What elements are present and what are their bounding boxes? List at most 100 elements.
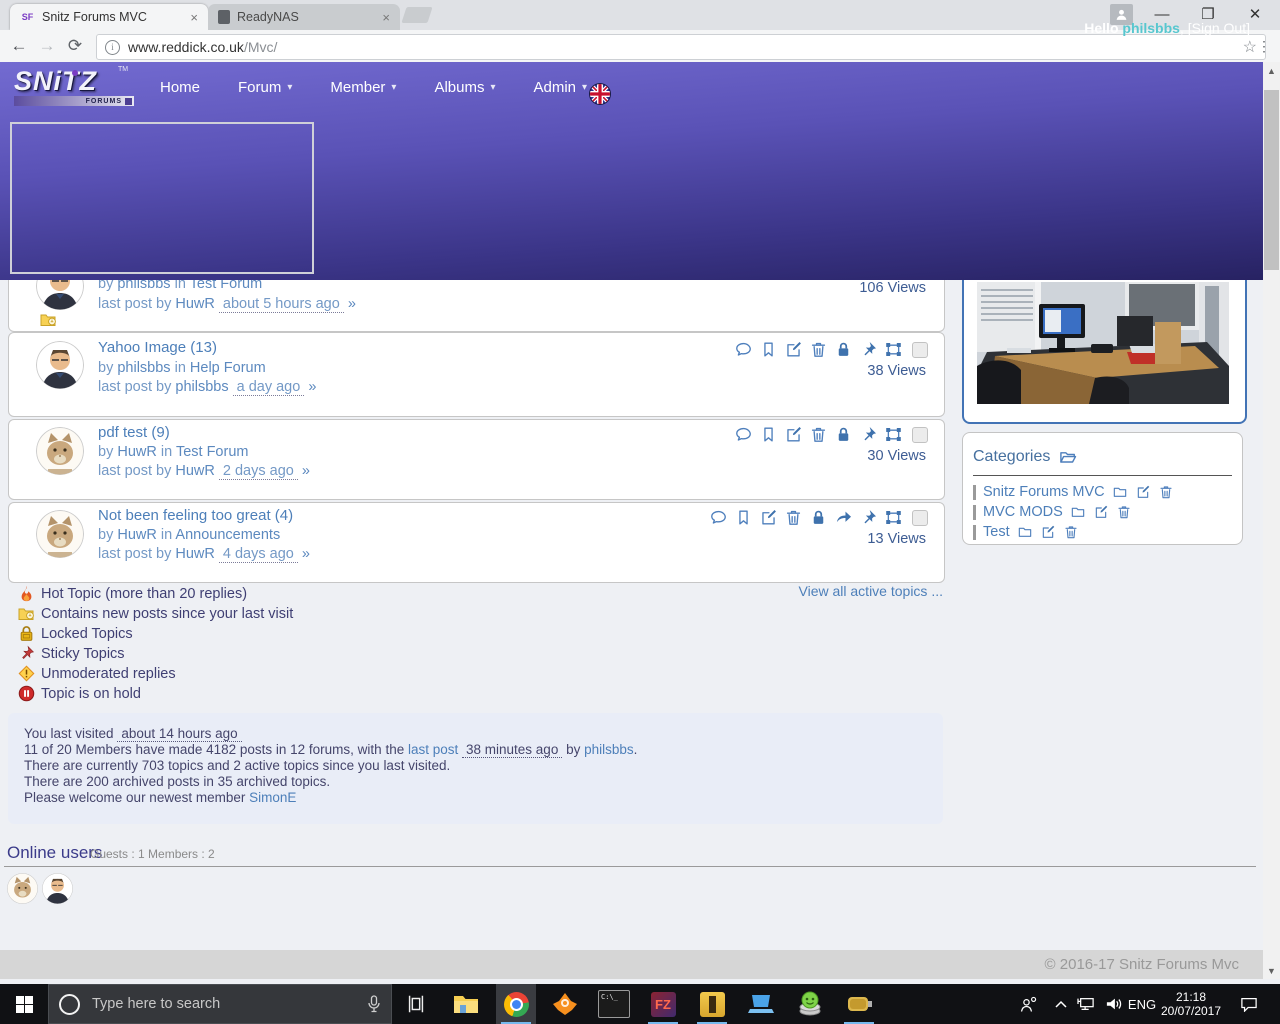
edit-icon[interactable] (1093, 504, 1109, 520)
signout-link[interactable]: , [Sign Out] (1180, 20, 1250, 36)
reply-icon[interactable] (734, 340, 753, 359)
tray-people-icon[interactable] (1012, 984, 1046, 1024)
delete-icon[interactable] (809, 340, 828, 359)
forum-link[interactable]: Test Forum (176, 444, 249, 460)
bookmark-star-icon[interactable]: ☆ (1243, 37, 1257, 57)
gold-app-icon[interactable] (692, 984, 732, 1024)
pin-icon[interactable] (859, 340, 878, 359)
goto-last-icon[interactable]: » (302, 463, 310, 479)
folder-icon[interactable] (1112, 484, 1128, 500)
new-tab-button[interactable] (401, 7, 433, 23)
scroll-down-icon[interactable]: ▼ (1263, 962, 1280, 979)
author-link[interactable]: HuwR (175, 463, 214, 479)
task-view-button[interactable] (396, 984, 436, 1024)
taskbar-search[interactable]: Type here to search (48, 984, 392, 1024)
delete-icon[interactable] (784, 508, 803, 527)
pin-icon[interactable] (859, 425, 878, 444)
browser-menu-icon[interactable]: ⋮ (1256, 34, 1272, 58)
category-link[interactable]: Test (983, 524, 1010, 540)
unarchive-icon[interactable] (834, 508, 853, 527)
goto-last-icon[interactable]: » (348, 296, 356, 312)
edit-icon[interactable] (784, 340, 803, 359)
tab-close-icon[interactable]: × (382, 10, 390, 25)
goto-last-icon[interactable]: » (308, 379, 316, 395)
filezilla-icon[interactable]: FZ (643, 984, 683, 1024)
address-bar[interactable]: i www.reddick.co.uk/Mvc/ ☆ (96, 34, 1266, 60)
online-avatar-huwr[interactable] (7, 873, 38, 904)
member-link[interactable]: SimonE (249, 790, 296, 805)
nav-home[interactable]: Home (160, 79, 200, 96)
category-link[interactable]: Snitz Forums MVC (983, 484, 1105, 500)
edit-icon[interactable] (759, 508, 778, 527)
scrollbar-thumb[interactable] (1264, 90, 1279, 270)
nav-albums[interactable]: Albums ▾ (434, 79, 495, 96)
nav-admin[interactable]: Admin ▾ (534, 79, 588, 96)
tab-close-icon[interactable]: × (190, 10, 198, 25)
last-post-link[interactable]: last post (408, 742, 458, 757)
tray-chevron-up-icon[interactable] (1048, 984, 1074, 1024)
folder-icon[interactable] (1070, 504, 1086, 520)
forum-link[interactable]: Announcements (175, 527, 280, 543)
author-link[interactable]: HuwR (175, 296, 214, 312)
command-prompt-icon[interactable]: C:\_ (594, 984, 634, 1024)
author-link[interactable]: philsbbs (175, 379, 228, 395)
drive-app-icon[interactable] (839, 984, 879, 1024)
bookmark-icon[interactable] (759, 340, 778, 359)
reply-icon[interactable] (709, 508, 728, 527)
language-flag-icon[interactable] (588, 82, 612, 106)
folder-icon[interactable] (1017, 524, 1033, 540)
lock-icon[interactable] (809, 508, 828, 527)
lock-icon[interactable] (834, 340, 853, 359)
reload-button[interactable]: ⟳ (62, 33, 88, 59)
member-link[interactable]: philsbbs (584, 742, 634, 757)
avast-icon[interactable] (545, 984, 585, 1024)
select-frame-icon[interactable] (884, 508, 903, 527)
category-link[interactable]: MVC MODS (983, 504, 1063, 520)
tray-language[interactable]: ENG (1126, 984, 1158, 1024)
delete-icon[interactable] (1158, 484, 1174, 500)
edit-icon[interactable] (784, 425, 803, 444)
topic-checkbox[interactable] (912, 341, 928, 358)
edit-icon[interactable] (1135, 484, 1151, 500)
author-link[interactable]: HuwR (117, 444, 156, 460)
edit-icon[interactable] (1040, 524, 1056, 540)
office-photo[interactable] (977, 282, 1229, 404)
start-button[interactable] (0, 984, 48, 1024)
delete-icon[interactable] (809, 425, 828, 444)
snitz-logo[interactable]: SNiTZ TM FORUMS (14, 66, 144, 106)
avatar-philsbbs[interactable] (36, 341, 84, 389)
back-button[interactable]: ← (6, 33, 32, 59)
remote-desktop-icon[interactable] (741, 984, 781, 1024)
avatar-huwr[interactable] (36, 510, 84, 558)
url-text[interactable]: www.reddick.co.uk/Mvc/ (128, 39, 1235, 55)
pin-icon[interactable] (859, 508, 878, 527)
tray-clock[interactable]: 21:18 20/07/2017 (1158, 984, 1224, 1024)
database-app-icon[interactable] (790, 984, 830, 1024)
author-link[interactable]: HuwR (175, 546, 214, 562)
profile-link[interactable]: philsbbs (1122, 20, 1180, 36)
lock-icon[interactable] (834, 425, 853, 444)
scroll-up-icon[interactable]: ▲ (1263, 62, 1280, 79)
chrome-icon[interactable] (496, 984, 536, 1024)
select-frame-icon[interactable] (884, 340, 903, 359)
file-explorer-icon[interactable] (446, 984, 486, 1024)
avatar-huwr[interactable] (36, 427, 84, 475)
nav-member[interactable]: Member ▾ (330, 79, 396, 96)
delete-icon[interactable] (1116, 504, 1132, 520)
tab-snitz-forums[interactable]: SF Snitz Forums MVC × (10, 4, 208, 30)
microphone-icon[interactable] (367, 995, 381, 1013)
forward-button[interactable]: → (34, 33, 60, 59)
online-avatar-philsbbs[interactable] (42, 873, 73, 904)
goto-last-icon[interactable]: » (302, 546, 310, 562)
action-center-icon[interactable] (1232, 984, 1266, 1024)
page-scrollbar[interactable]: ▲ ▼ (1263, 62, 1280, 979)
tray-network-icon[interactable] (1072, 984, 1100, 1024)
topic-title-link[interactable]: Not been feeling too great (4) (98, 507, 293, 524)
author-link[interactable]: HuwR (117, 527, 156, 543)
topic-checkbox[interactable] (912, 426, 928, 443)
topic-title-link[interactable]: pdf test (9) (98, 424, 170, 441)
bookmark-icon[interactable] (734, 508, 753, 527)
tray-volume-icon[interactable] (1100, 984, 1128, 1024)
topic-checkbox[interactable] (912, 509, 928, 526)
view-all-topics-link[interactable]: View all active topics ... (799, 583, 943, 599)
